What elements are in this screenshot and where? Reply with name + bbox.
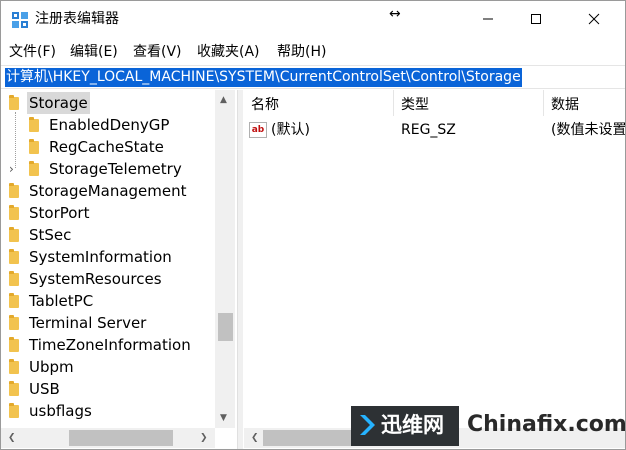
close-icon: [588, 13, 600, 25]
string-value-icon: ab: [249, 122, 267, 138]
folder-icon: [9, 227, 19, 242]
value-row-default[interactable]: ab (默认) REG_SZ (数值未设置: [243, 119, 625, 141]
menu-bar: 文件(F) 编辑(E) 查看(V) 收藏夹(A) 帮助(H): [1, 39, 625, 63]
tree-connector: [15, 112, 16, 168]
watermark-cn-text: 迅维网: [381, 413, 444, 437]
tree-item-label: USB: [29, 380, 60, 398]
folder-icon: [9, 293, 19, 308]
expand-chevron-icon[interactable]: ›: [9, 163, 14, 175]
column-header-name[interactable]: 名称: [251, 94, 279, 116]
folder-icon: [9, 95, 19, 110]
watermark-en-text: Chinafix.com: [467, 412, 626, 437]
folder-icon: [29, 139, 39, 154]
tree-item-label: StorageTelemetry: [49, 160, 182, 178]
registry-app-icon: [12, 12, 28, 28]
tree-item-label: usbflags: [29, 402, 92, 420]
window-title: 注册表编辑器: [35, 11, 119, 27]
scroll-down-icon[interactable]: ▼: [220, 413, 227, 423]
tree-item-label: StorPort: [29, 204, 90, 222]
folder-icon: [9, 249, 19, 264]
scroll-left-icon[interactable]: ❮: [8, 433, 16, 443]
address-path[interactable]: 计算机\HKEY_LOCAL_MACHINE\SYSTEM\CurrentCon…: [5, 68, 522, 87]
folder-icon: [9, 337, 19, 352]
value-type: REG_SZ: [401, 122, 456, 138]
tree-item-label: TimeZoneInformation: [29, 336, 191, 354]
values-horizontal-scroll-thumb[interactable]: [263, 430, 351, 446]
folder-icon: [9, 205, 19, 220]
address-bar[interactable]: 计算机\HKEY_LOCAL_MACHINE\SYSTEM\CurrentCon…: [1, 65, 625, 89]
column-separator[interactable]: [543, 90, 544, 116]
tree-item-label: SystemResources: [29, 270, 162, 288]
scroll-up-icon[interactable]: ▲: [220, 95, 227, 105]
tree-item-label: EnabledDenyGP: [49, 116, 170, 134]
tree-item-label: SystemInformation: [29, 248, 172, 266]
watermark-arrow-icon: [360, 415, 375, 435]
folder-icon: [9, 315, 19, 330]
folder-icon: [9, 381, 19, 396]
folder-icon: [29, 117, 39, 132]
menu-file[interactable]: 文件(F): [9, 43, 56, 61]
folder-icon: [9, 403, 19, 418]
maximize-icon: [531, 14, 541, 24]
folder-icon: [29, 161, 39, 176]
tree-item-label: RegCacheState: [49, 138, 164, 156]
folder-icon: [9, 359, 19, 374]
maximize-button[interactable]: [513, 1, 559, 37]
values-list: 名称 类型 数据 ab (默认) REG_SZ (数值未设置: [243, 90, 625, 428]
scroll-left-icon[interactable]: ❮: [251, 433, 259, 443]
minimize-button[interactable]: [465, 1, 511, 37]
registry-editor-window: 注册表编辑器 ↔ 文件(F) 编辑(E) 查看(V) 收藏夹(A) 帮助(H) …: [0, 0, 626, 450]
close-button[interactable]: [571, 1, 617, 37]
tree-item-label: Terminal Server: [29, 314, 147, 332]
tree-vertical-scroll-thumb[interactable]: [218, 313, 233, 341]
menu-favorites[interactable]: 收藏夹(A): [197, 43, 260, 61]
tree-item-label: TabletPC: [29, 292, 94, 310]
menu-help[interactable]: 帮助(H): [277, 43, 326, 61]
folder-icon: [9, 271, 19, 286]
tree-item-label: Storage: [27, 92, 90, 114]
title-bar[interactable]: 注册表编辑器 ↔: [1, 1, 625, 37]
tree-item-label: Ubpm: [29, 358, 74, 376]
value-data: (数值未设置: [551, 122, 626, 138]
resize-icon: ↔: [389, 6, 401, 22]
tree-vertical-scrollbar[interactable]: [215, 90, 235, 428]
tree-item-label: StorageManagement: [29, 182, 187, 200]
scroll-right-icon[interactable]: ❯: [200, 433, 208, 443]
menu-edit[interactable]: 编辑(E): [70, 43, 118, 61]
value-name: (默认): [271, 122, 310, 138]
menu-view[interactable]: 查看(V): [133, 43, 182, 61]
tree-horizontal-scroll-thumb[interactable]: [69, 430, 173, 446]
folder-icon: [9, 183, 19, 198]
column-header-data[interactable]: 数据: [551, 94, 579, 116]
tree-item-label: StSec: [29, 226, 72, 244]
column-separator[interactable]: [393, 90, 394, 116]
minimize-icon: [483, 18, 493, 20]
column-header-type[interactable]: 类型: [401, 94, 429, 116]
